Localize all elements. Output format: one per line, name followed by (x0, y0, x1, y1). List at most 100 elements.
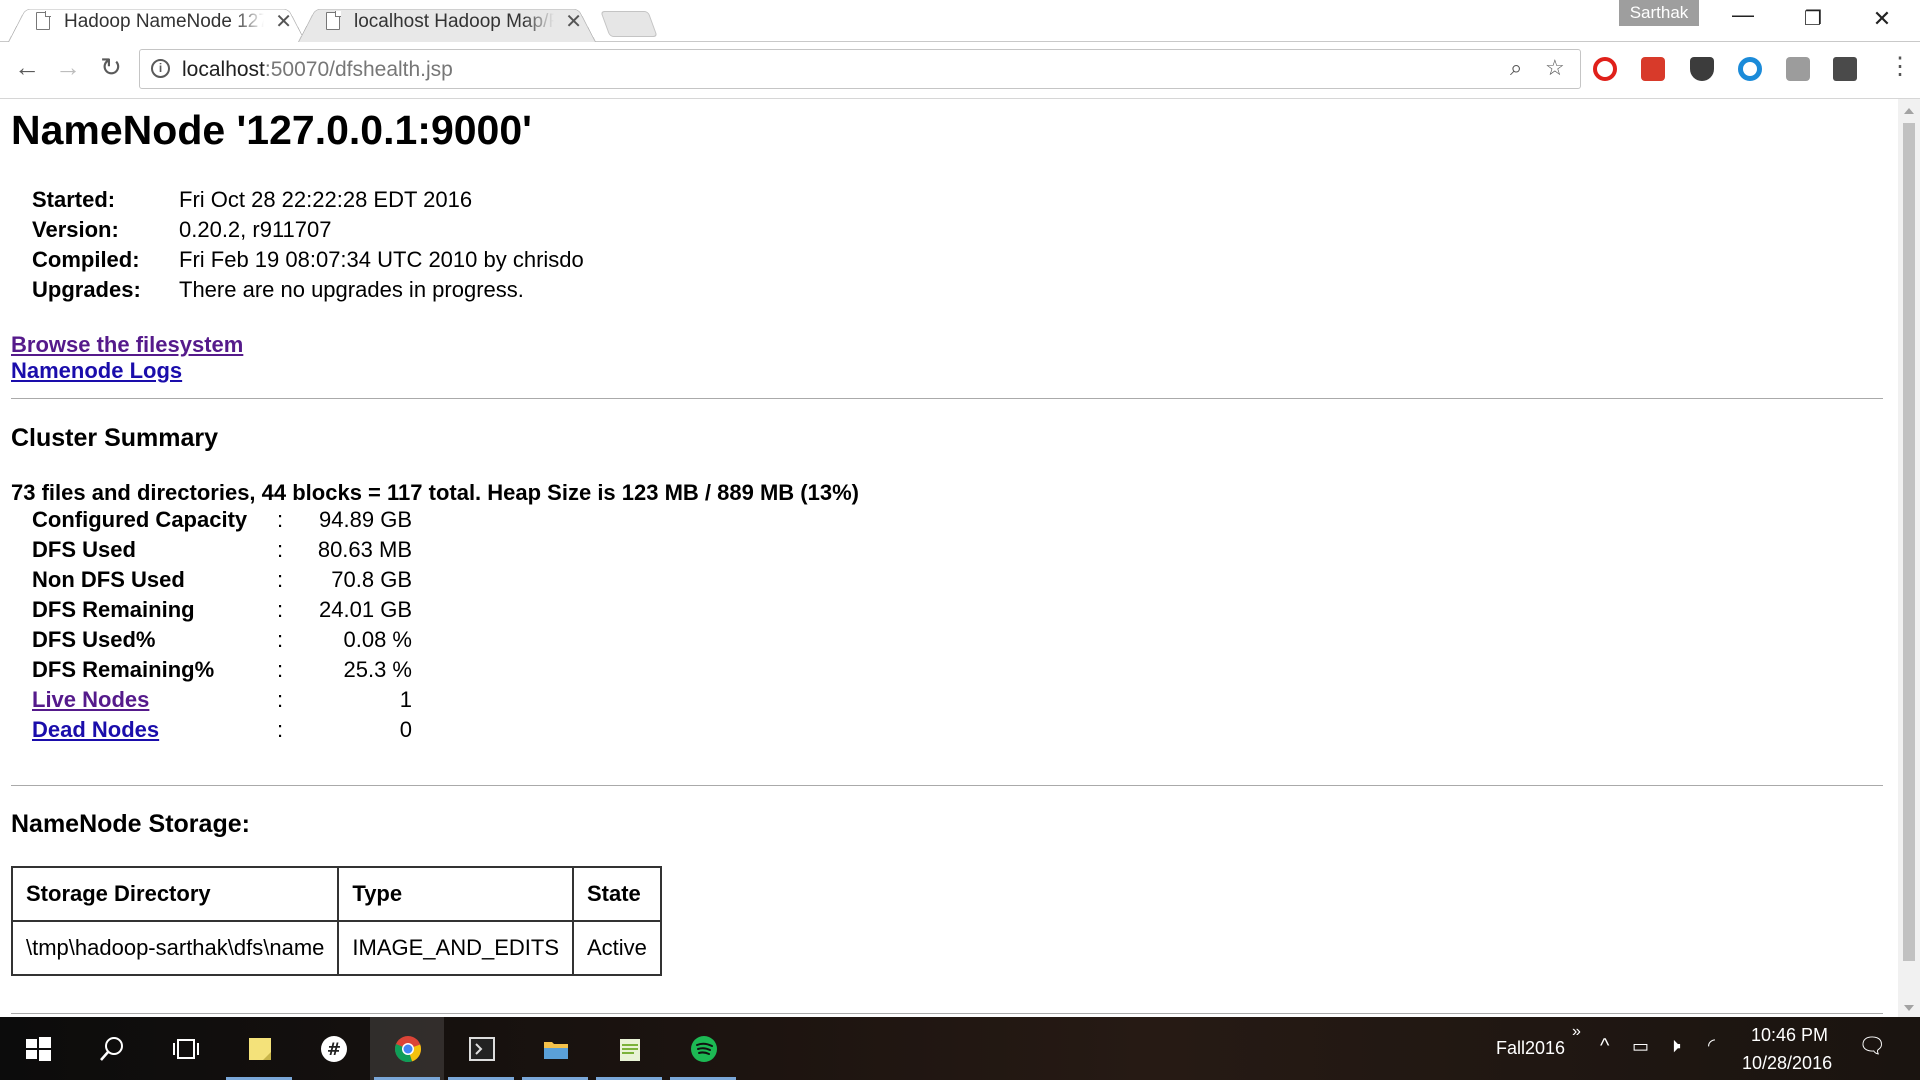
stat-label: DFS Used (32, 537, 136, 562)
browse-filesystem-link[interactable]: Browse the filesystem (11, 332, 243, 358)
chevron-up-icon[interactable]: ^ (1600, 1035, 1609, 1058)
namenode-logs-link[interactable]: Namenode Logs (11, 358, 243, 384)
scrollbar-thumb[interactable] (1903, 123, 1915, 961)
clock-date[interactable]: 10/28/2016 (1742, 1053, 1832, 1074)
stat-value: 70.8 GB (331, 567, 412, 592)
chrome-app[interactable] (370, 1017, 444, 1080)
stat-label: DFS Remaining (32, 597, 195, 622)
pocket-icon[interactable] (1690, 57, 1714, 81)
terminal-app[interactable] (444, 1017, 518, 1080)
minimize-icon[interactable]: ― (1723, 2, 1763, 28)
windows-taskbar: # Fall2016 » ^ ▭ 🕨 ◜ 10:46 PM 10/28/2016… (0, 1017, 1920, 1080)
red-extension-icon[interactable] (1641, 57, 1665, 81)
page-content: NameNode '127.0.0.1:9000' Started: Fri O… (0, 99, 1898, 1017)
spotify-app[interactable] (666, 1017, 740, 1080)
stat-live-nodes: Live Nodes : 1 (32, 687, 412, 717)
chrome-menu-icon[interactable]: ⋮ (1888, 52, 1912, 81)
info-value: 0.20.2, r911707 (179, 217, 332, 242)
wifi-icon[interactable]: ◜ (1708, 1035, 1715, 1056)
volume-muted-icon[interactable]: 🕨 (1668, 1035, 1681, 1058)
vertical-scrollbar[interactable] (1898, 99, 1920, 1017)
toolbar-expand-icon[interactable]: » (1572, 1023, 1581, 1041)
divider (11, 785, 1883, 786)
sticky-notes-app[interactable] (222, 1017, 296, 1080)
stat-dfs-remaining-percent: DFS Remaining% : 25.3 % (32, 657, 412, 687)
sticky-notes-icon (249, 1038, 271, 1060)
star-icon[interactable]: ☆ (1545, 55, 1565, 81)
blue-ring-extension-icon[interactable] (1738, 57, 1762, 81)
notepad-plus-app[interactable] (592, 1017, 666, 1080)
stat-colon: : (277, 537, 284, 562)
close-tab-icon[interactable]: ✕ (565, 9, 582, 34)
stat-value: 25.3 % (343, 657, 413, 682)
gray-extension-icon[interactable] (1786, 57, 1810, 81)
stat-colon: : (277, 567, 284, 592)
stat-dfs-used-percent: DFS Used% : 0.08 % (32, 627, 412, 657)
zoom-icon[interactable]: ⌕ (1510, 55, 1522, 81)
slack-app[interactable]: # (296, 1017, 370, 1080)
tab-hadoop-namenode[interactable]: Hadoop NameNode 127.0.0.1:9000 ✕ (8, 4, 306, 42)
tab-hadoop-mapreduce[interactable]: localhost Hadoop Map/Reduce Administrati… (298, 4, 596, 42)
close-tab-icon[interactable]: ✕ (275, 9, 292, 34)
clock-time[interactable]: 10:46 PM (1751, 1025, 1828, 1046)
address-bar[interactable]: i localhost:50070/dfshealth.jsp ⌕ ☆ (139, 49, 1581, 89)
cluster-stats: Configured Capacity : 94.89 GB DFS Used … (32, 507, 412, 747)
stat-colon: : (277, 627, 284, 652)
divider (11, 398, 1883, 399)
scroll-down-icon[interactable] (1904, 1005, 1914, 1011)
page-icon (36, 11, 51, 30)
stat-non-dfs-used: Non DFS Used : 70.8 GB (32, 567, 412, 597)
url-text[interactable]: localhost:50070/dfshealth.jsp (182, 58, 453, 82)
search-button[interactable] (74, 1017, 148, 1080)
stat-colon: : (277, 687, 284, 712)
reload-icon[interactable]: ↻ (93, 52, 129, 83)
stat-label: Non DFS Used (32, 567, 185, 592)
stat-dead-nodes: Dead Nodes : 0 (32, 717, 412, 747)
toolbar-folder-label[interactable]: Fall2016 (1496, 1038, 1565, 1059)
info-label: Compiled: (32, 247, 140, 272)
back-arrow-icon[interactable]: ← (9, 52, 45, 83)
table-cell: Active (572, 920, 662, 976)
stat-dfs-remaining: DFS Remaining : 24.01 GB (32, 597, 412, 627)
window-close-icon[interactable]: ✕ (1862, 6, 1902, 32)
restore-icon[interactable]: ❐ (1793, 6, 1833, 31)
info-icon[interactable]: i (151, 59, 170, 78)
folder-icon (544, 1042, 568, 1059)
start-button[interactable] (0, 1017, 74, 1080)
tab-strip: Hadoop NameNode 127.0.0.1:9000 ✕ localho… (0, 0, 1920, 42)
spotify-icon (691, 1036, 717, 1062)
dead-nodes-link[interactable]: Dead Nodes (32, 717, 159, 743)
task-view-button[interactable] (148, 1017, 222, 1080)
tab-title: localhost Hadoop Map/Reduce Administrati… (354, 11, 554, 33)
notepad-icon (620, 1039, 640, 1061)
battery-icon[interactable]: ▭ (1632, 1036, 1649, 1057)
windows-logo-icon (26, 1037, 51, 1061)
namenode-storage-heading: NameNode Storage: (11, 810, 250, 838)
stat-label: DFS Remaining% (32, 657, 215, 682)
opera-extension-icon[interactable] (1593, 57, 1617, 81)
search-icon (100, 1037, 123, 1061)
stat-colon: : (277, 657, 284, 682)
slack-icon: # (321, 1036, 347, 1062)
terminal-icon (469, 1037, 495, 1061)
mail-extension-icon[interactable] (1833, 57, 1857, 81)
new-tab-button[interactable] (600, 11, 658, 37)
stat-value: 24.01 GB (319, 597, 412, 622)
notification-icon[interactable]: 🗨 (1858, 1033, 1886, 1059)
page-icon (326, 11, 341, 30)
table-row: \tmp\hadoop-sarthak\dfs\name IMAGE_AND_E… (10, 920, 662, 976)
live-nodes-link[interactable]: Live Nodes (32, 687, 149, 713)
stat-colon: : (277, 597, 284, 622)
forward-arrow-icon[interactable]: → (50, 52, 86, 83)
info-value: Fri Feb 19 08:07:34 UTC 2010 by chrisdo (179, 247, 584, 272)
column-header: State (572, 866, 662, 922)
table-cell: IMAGE_AND_EDITS (337, 920, 574, 976)
info-label: Started: (32, 187, 116, 212)
profile-button[interactable]: Sarthak (1619, 0, 1699, 26)
file-explorer-app[interactable] (518, 1017, 592, 1080)
scroll-up-icon[interactable] (1904, 108, 1914, 114)
stat-dfs-used: DFS Used : 80.63 MB (32, 537, 412, 567)
table-cell: \tmp\hadoop-sarthak\dfs\name (10, 920, 340, 976)
cluster-summary-text: 73 files and directories, 44 blocks = 11… (11, 480, 859, 505)
info-value: Fri Oct 28 22:22:28 EDT 2016 (179, 187, 473, 212)
